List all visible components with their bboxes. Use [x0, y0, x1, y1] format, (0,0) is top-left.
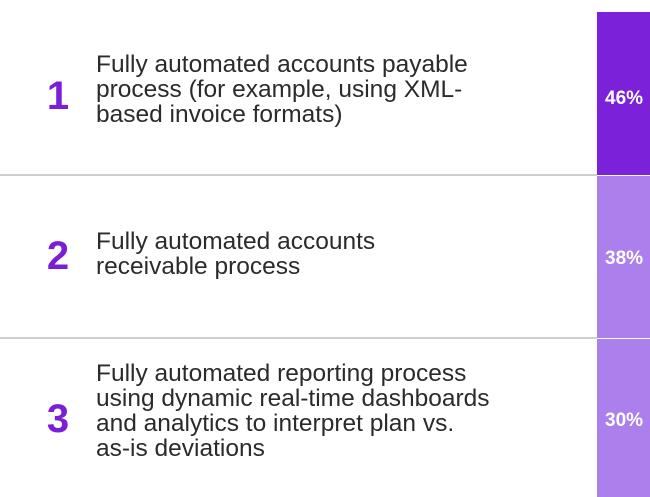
category-label-3-line-4: as-is deviations — [96, 435, 265, 462]
category-label-2-line-1: Fully automated accounts — [96, 228, 376, 255]
value-label-1: 46% — [605, 88, 644, 109]
category-label-3-line-3: and analytics to interpret plan vs. — [96, 410, 455, 437]
rank-2: 2 — [46, 234, 70, 278]
category-label-3-line-2: using dynamic real-time dashboards — [96, 385, 490, 412]
divider-2 — [0, 337, 597, 339]
divider-1 — [0, 174, 597, 176]
category-label-1-line-1: Fully automated accounts payable — [96, 51, 468, 78]
rank-1: 1 — [46, 74, 70, 118]
category-label-2: Fully automated accounts receivable proc… — [96, 229, 586, 279]
category-label-2-line-2: receivable process — [96, 253, 301, 280]
value-label-2: 38% — [605, 248, 644, 269]
category-label-3-line-1: Fully automated reporting process — [96, 360, 467, 387]
ranked-chart: 46% 1 Fully automated accounts payable p… — [0, 0, 650, 497]
category-label-1-line-2: process (for example, using XML- — [96, 76, 463, 103]
category-label-3: Fully automated reporting process using … — [96, 361, 586, 461]
category-label-1: Fully automated accounts payable process… — [96, 52, 586, 127]
rank-3: 3 — [46, 397, 70, 441]
value-label-3: 30% — [605, 410, 644, 431]
category-label-1-line-3: based invoice formats) — [96, 101, 343, 128]
